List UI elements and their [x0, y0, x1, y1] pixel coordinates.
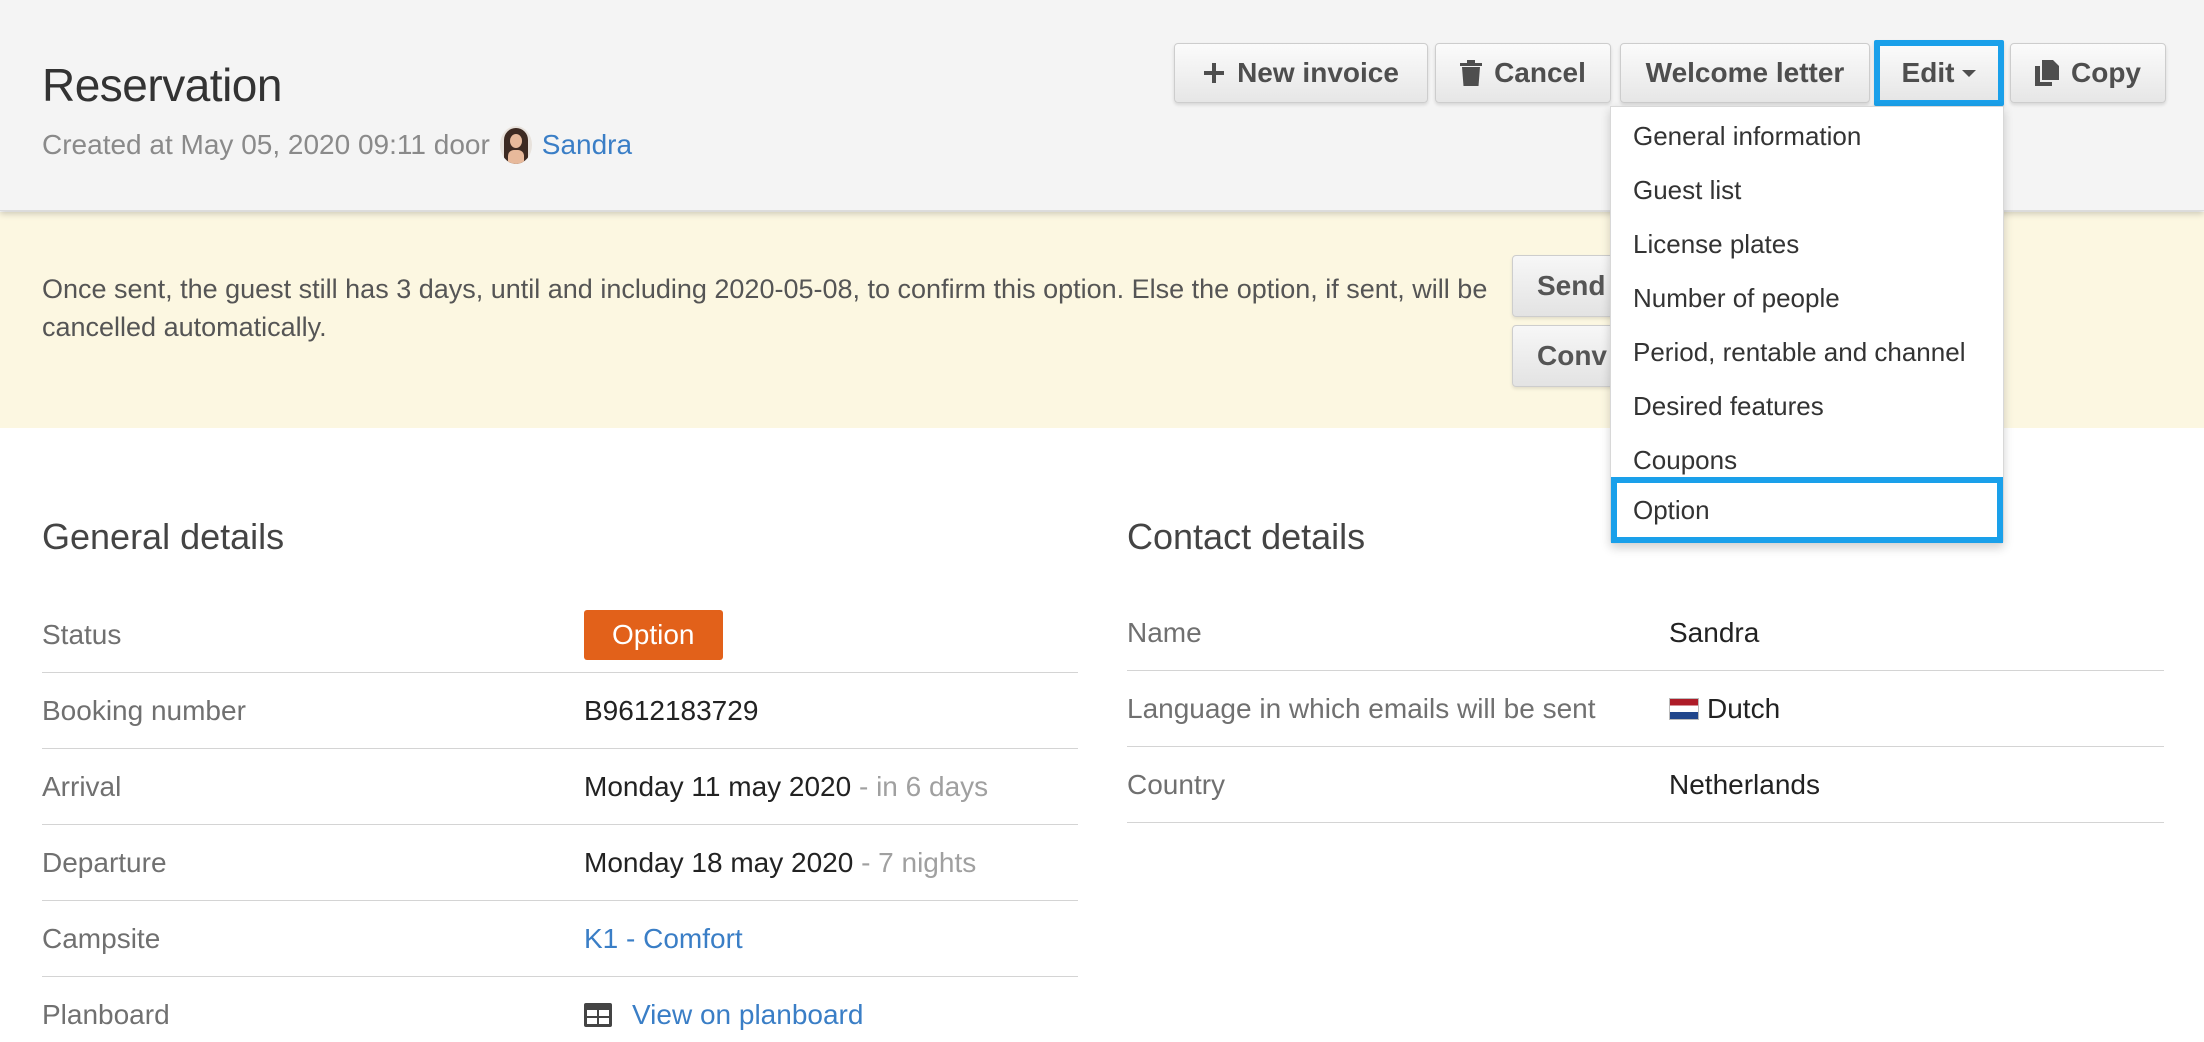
contact-name-value: Sandra — [1669, 616, 1760, 648]
status-label: Status — [42, 618, 122, 650]
created-text: Created at May 05, 2020 09:11 door — [42, 129, 490, 160]
planboard-label: Planboard — [42, 999, 170, 1030]
created-info: Created at May 05, 2020 09:11 door Sandr… — [42, 126, 632, 164]
booking-number-row: Booking number B9612183729 — [42, 673, 1078, 749]
campsite-link[interactable]: K1 - Comfort — [584, 923, 743, 955]
language-row: Language in which emails will be sent Du… — [1127, 671, 2164, 747]
booking-number-label: Booking number — [42, 694, 246, 726]
arrival-row: Arrival Monday 11 may 2020 - in 6 days — [42, 749, 1078, 825]
created-by-link[interactable]: Sandra — [542, 129, 632, 161]
departure-hint: - 7 nights — [861, 846, 977, 878]
language-label: Language in which emails will be sent — [1127, 692, 1596, 724]
view-on-planboard-link[interactable]: View on planboard — [632, 999, 863, 1031]
departure-value: Monday 18 may 2020 — [584, 846, 854, 878]
plus-icon — [1203, 62, 1225, 84]
edit-dropdown-button[interactable]: Edit — [1874, 40, 2004, 106]
menu-item-license-plates[interactable]: License plates — [1611, 217, 2003, 271]
menu-item-desired-features[interactable]: Desired features — [1611, 379, 2003, 433]
menu-item-option[interactable]: Option — [1611, 477, 2003, 543]
trash-icon — [1460, 60, 1483, 86]
menu-item-general-information[interactable]: General information — [1611, 109, 2003, 163]
planboard-row: Planboard View on planboard — [42, 977, 1078, 1042]
contact-name-label: Name — [1127, 616, 1202, 648]
departure-row: Departure Monday 18 may 2020 - 7 nights — [42, 825, 1078, 901]
welcome-letter-button[interactable]: Welcome letter — [1620, 43, 1870, 103]
copy-button[interactable]: Copy — [2010, 43, 2166, 103]
contact-details-title: Contact details — [1127, 516, 1366, 557]
arrival-value: Monday 11 may 2020 — [584, 770, 852, 802]
option-notice-text: Once sent, the guest still has 3 days, u… — [42, 274, 1488, 342]
cancel-button[interactable]: Cancel — [1435, 43, 1611, 103]
campsite-label: Campsite — [42, 922, 161, 954]
country-row: Country Netherlands — [1127, 747, 2164, 823]
copy-label: Copy — [2071, 57, 2141, 88]
status-row: Status Option — [42, 597, 1078, 673]
avatar — [499, 126, 532, 164]
arrival-label: Arrival — [42, 770, 122, 802]
campsite-row: Campsite K1 - Comfort — [42, 901, 1078, 977]
new-invoice-button[interactable]: New invoice — [1174, 43, 1428, 103]
language-value: Dutch — [1707, 692, 1781, 724]
arrival-hint: - in 6 days — [858, 770, 989, 802]
copy-icon — [2035, 60, 2059, 86]
menu-item-number-of-people[interactable]: Number of people — [1611, 271, 2003, 325]
edit-dropdown-menu: General information Guest list License p… — [1610, 106, 2004, 544]
welcome-letter-label: Welcome letter — [1645, 57, 1845, 88]
edit-label: Edit — [1901, 57, 1955, 88]
netherlands-flag-icon — [1669, 697, 1699, 720]
country-value: Netherlands — [1669, 768, 1820, 800]
cancel-label: Cancel — [1494, 57, 1586, 88]
caret-down-icon — [1962, 69, 1977, 77]
page-title: Reservation — [42, 59, 282, 111]
contact-name-row: Name Sandra — [1127, 595, 2164, 671]
country-label: Country — [1127, 768, 1226, 800]
menu-item-guest-list[interactable]: Guest list — [1611, 163, 2003, 217]
table-icon — [584, 1003, 612, 1027]
departure-label: Departure — [42, 846, 167, 878]
menu-item-period-rentable-channel[interactable]: Period, rentable and channel — [1611, 325, 2003, 379]
general-details-title: General details — [42, 516, 285, 557]
new-invoice-label: New invoice — [1237, 57, 1399, 88]
status-badge: Option — [584, 609, 723, 660]
booking-number-value: B9612183729 — [584, 694, 759, 726]
